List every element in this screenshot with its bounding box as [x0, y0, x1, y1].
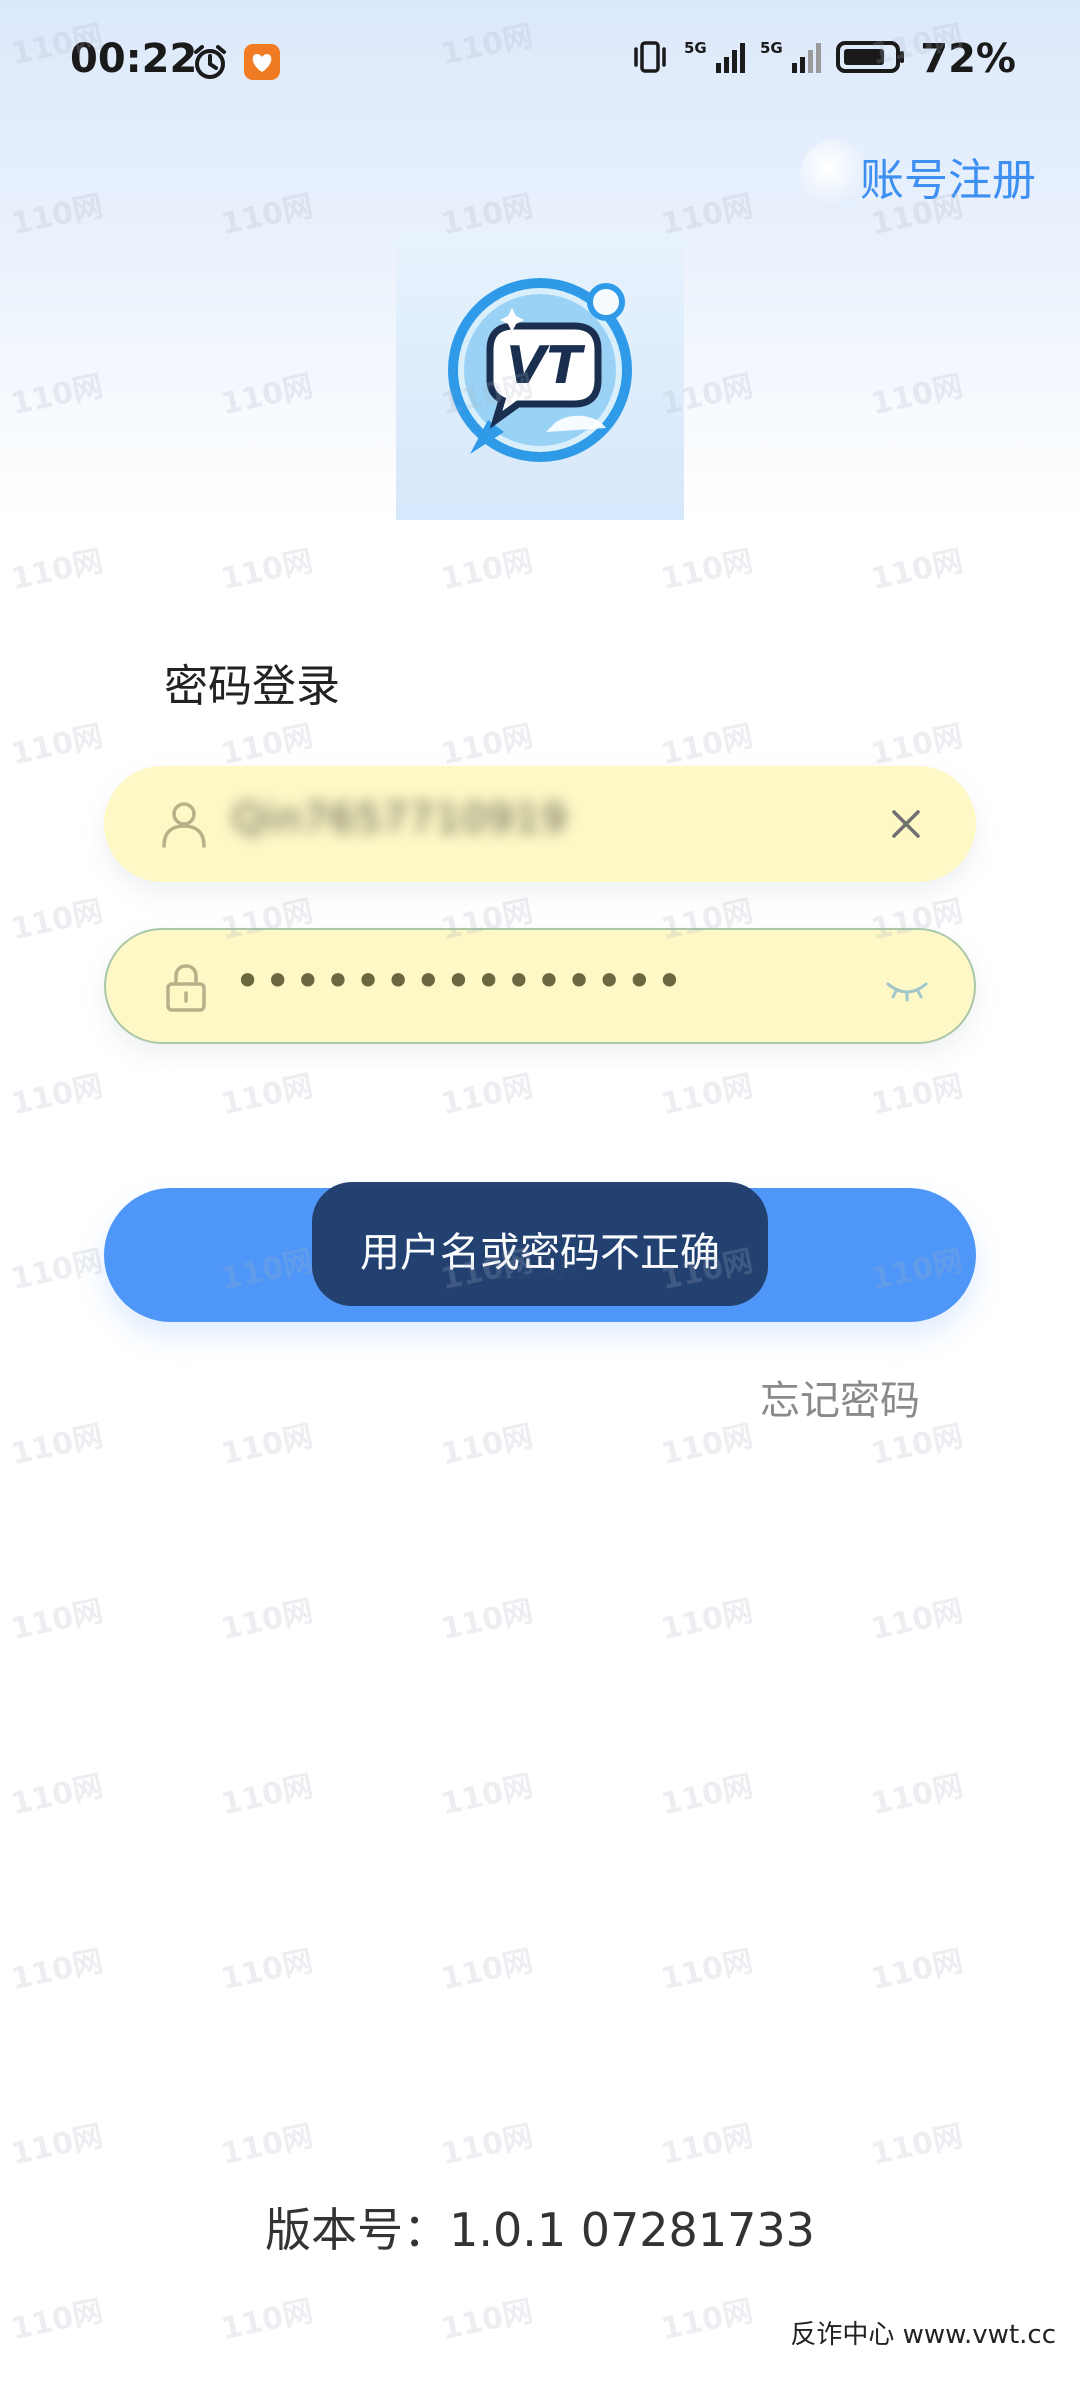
signal-icon: 5G	[684, 37, 746, 81]
watermark: 110网	[8, 718, 106, 773]
watermark: 110网	[438, 1593, 536, 1648]
watermark: 110网	[438, 543, 536, 598]
error-toast: 用户名或密码不正确	[312, 1182, 768, 1306]
close-icon[interactable]	[886, 804, 926, 844]
watermark: 110网	[218, 2118, 316, 2173]
watermark: 110网	[438, 1418, 536, 1473]
watermark: 110网	[8, 893, 106, 948]
watermark: 110网	[218, 1593, 316, 1648]
alarm-icon	[190, 42, 230, 86]
watermark: 110网	[8, 1768, 106, 1823]
watermark: 110网	[8, 1418, 106, 1473]
watermark: 110网	[218, 718, 316, 773]
username-field[interactable]: Qin7657710919	[104, 766, 976, 882]
battery-percent: 72%	[920, 36, 1016, 82]
user-icon	[158, 798, 210, 850]
watermark: 110网	[8, 2118, 106, 2173]
login-title: 密码登录	[164, 661, 340, 712]
watermark: 110网	[438, 1943, 536, 1998]
forgot-password-link[interactable]: 忘记密码	[760, 1368, 920, 1426]
watermark: 110网	[218, 1418, 316, 1473]
watermark: 110网	[8, 1068, 106, 1123]
watermark: 110网	[8, 543, 106, 598]
password-input[interactable]: •••••••••••••••	[234, 954, 686, 1008]
watermark: 110网	[218, 2293, 316, 2348]
watermark: 110网	[8, 1593, 106, 1648]
watermark: 110网	[438, 2118, 536, 2173]
watermark: 110网	[658, 1068, 756, 1123]
watermark: 110网	[658, 2293, 756, 2348]
watermark: 110网	[8, 1243, 106, 1298]
svg-text:VT: VT	[506, 336, 585, 396]
version-label: 版本号：1.0.1 07281733	[265, 2203, 815, 2257]
watermark: 110网	[658, 718, 756, 773]
vt-chat-bubble-logo: VT	[448, 278, 632, 462]
watermark: 110网	[658, 2118, 756, 2173]
toast-message: 用户名或密码不正确	[360, 1230, 720, 1276]
status-left-icons	[190, 42, 282, 86]
password-field[interactable]: •••••••••••••••	[104, 928, 976, 1044]
watermark: 110网	[438, 1768, 536, 1823]
svg-text:5G: 5G	[684, 39, 707, 57]
status-bar: 00:22 5G 5G 72%	[0, 0, 1080, 130]
watermark: 110网	[438, 1068, 536, 1123]
register-button[interactable]: 账号注册	[860, 144, 1036, 208]
status-right-icons: 5G 5G 72%	[630, 36, 1016, 82]
watermark: 110网	[658, 1943, 756, 1998]
watermark: 110网	[8, 1943, 106, 1998]
vibrate-icon	[630, 37, 670, 81]
watermark: 110网	[8, 2293, 106, 2348]
app-logo: VT	[396, 232, 684, 520]
watermark: 110网	[868, 1593, 966, 1648]
watermark: 110网	[868, 1068, 966, 1123]
watermark: 110网	[218, 543, 316, 598]
watermark: 110网	[868, 718, 966, 773]
lock-icon	[160, 962, 212, 1014]
status-time: 00:22	[70, 36, 198, 82]
footer-source-text: 反诈中心 www.vwt.cc	[790, 2320, 1056, 2350]
watermark: 110网	[658, 1593, 756, 1648]
heart-app-icon	[242, 42, 282, 86]
watermark: 110网	[868, 543, 966, 598]
watermark: 110网	[658, 1768, 756, 1823]
eye-closed-icon[interactable]	[884, 970, 930, 1006]
watermark: 110网	[658, 1418, 756, 1473]
watermark: 110网	[868, 1943, 966, 1998]
watermark: 110网	[438, 718, 536, 773]
watermark: 110网	[218, 1943, 316, 1998]
signal-icon: 5G	[760, 37, 822, 81]
watermark: 110网	[868, 2118, 966, 2173]
watermark: 110网	[868, 1768, 966, 1823]
watermark: 110网	[658, 543, 756, 598]
battery-icon	[836, 37, 906, 81]
svg-text:5G: 5G	[760, 39, 783, 57]
watermark: 110网	[218, 1068, 316, 1123]
username-input[interactable]: Qin7657710919	[232, 796, 567, 842]
watermark: 110网	[218, 1768, 316, 1823]
watermark: 110网	[438, 2293, 536, 2348]
